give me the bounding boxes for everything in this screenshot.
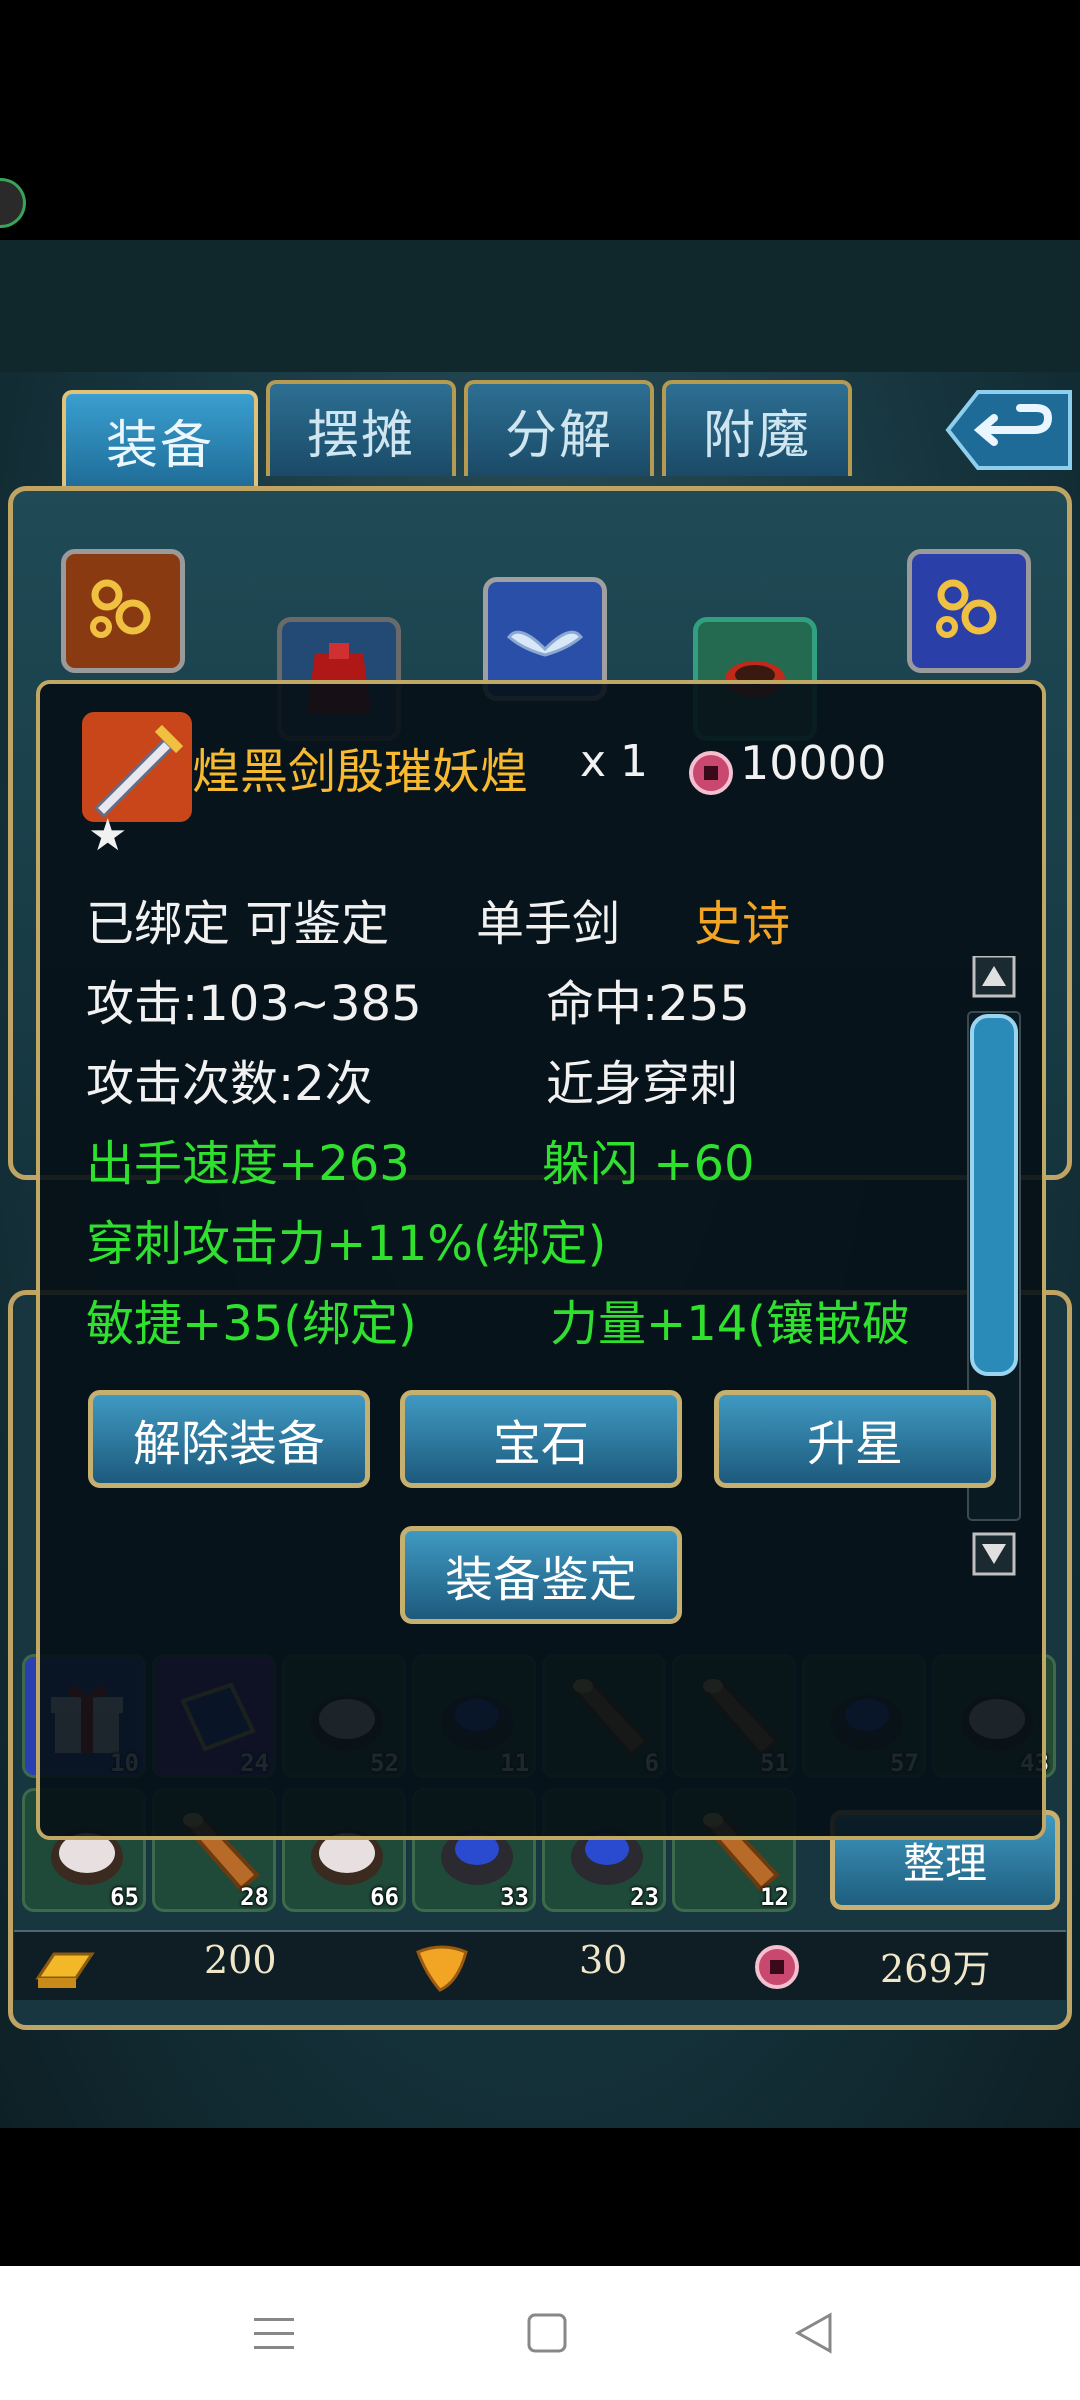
back-icon[interactable] [794, 2312, 834, 2354]
status-indicator-icon [0, 178, 26, 228]
coin-amount: 269万 [880, 1947, 991, 1991]
coin-icon [755, 1945, 799, 1989]
item-count: 12 [760, 1883, 789, 1911]
item-price: 10000 [740, 736, 887, 790]
item-name: 煌黑剑殷璀妖煌 [192, 744, 529, 800]
stat-attack-times: 攻击次数:2次 [86, 1056, 373, 1112]
gem-button[interactable]: 宝石 [400, 1390, 682, 1488]
game-header-area [0, 240, 1080, 372]
leaf-amount: 30 [579, 1938, 628, 1982]
tab-stall[interactable]: 摆摊 [266, 380, 456, 476]
menu-icon[interactable] [252, 2314, 296, 2354]
tab-equipment[interactable]: 装备 [62, 390, 258, 486]
item-quantity: x 1 [580, 736, 649, 787]
stat-hit: 命中:255 [546, 976, 750, 1032]
item-rarity: 史诗 [694, 896, 791, 952]
stat-agility: 敏捷+35(绑定) [86, 1296, 417, 1352]
currency-bar: 200 30 269万 [14, 1930, 1066, 2000]
tab-decompose[interactable]: 分解 [464, 380, 654, 476]
item-count: 23 [630, 1883, 659, 1911]
system-navigation-bar [0, 2266, 1080, 2400]
game-viewport: 装备 摆摊 分解 附魔 65 28 66 33 23 12 整理 200 30 … [0, 240, 1080, 2128]
weapon-type: 单手剑 [476, 896, 621, 952]
stat-pierce-attack: 穿刺攻击力+11%(绑定) [86, 1216, 607, 1272]
bind-status: 已绑定 可鉴定 [86, 896, 390, 952]
stat-dodge: 躲闪 +60 [542, 1136, 755, 1192]
sword-icon [82, 712, 192, 822]
gold-ingot-icon [35, 1952, 95, 1988]
wings-icon [506, 630, 584, 657]
item-tooltip: 煌黑剑殷璀妖煌 x 1 10000 ★ 已绑定 可鉴定 单手剑 史诗 攻击:10… [36, 680, 1046, 1840]
back-button[interactable] [944, 388, 1074, 472]
coin-icon [689, 751, 733, 795]
home-icon[interactable] [526, 2312, 568, 2354]
item-count: 33 [500, 1883, 529, 1911]
star-up-button[interactable]: 升星 [714, 1390, 996, 1488]
chain-icon [936, 579, 997, 638]
tab-enchant[interactable]: 附魔 [662, 380, 852, 476]
scroll-up-icon[interactable] [972, 956, 1016, 998]
identify-equipment-button[interactable]: 装备鉴定 [400, 1526, 682, 1624]
stat-melee-pierce: 近身穿刺 [546, 1056, 739, 1112]
chain-icon [90, 579, 151, 638]
item-count: 66 [370, 1883, 399, 1911]
item-count: 28 [240, 1883, 269, 1911]
equipment-slot-necklace[interactable] [61, 549, 185, 673]
leaf-icon [416, 1945, 468, 1992]
scroll-down-icon[interactable] [972, 1532, 1016, 1576]
stat-speed: 出手速度+263 [86, 1136, 410, 1192]
gold-amount: 200 [204, 1938, 277, 1982]
unequip-button[interactable]: 解除装备 [88, 1390, 370, 1488]
equipment-slot-accessory[interactable] [907, 549, 1031, 673]
stat-attack: 攻击:103~385 [86, 976, 422, 1032]
item-stars: ★ [88, 810, 128, 861]
stat-strength: 力量+14(镶嵌破 [550, 1296, 911, 1352]
item-count: 65 [110, 1883, 139, 1911]
